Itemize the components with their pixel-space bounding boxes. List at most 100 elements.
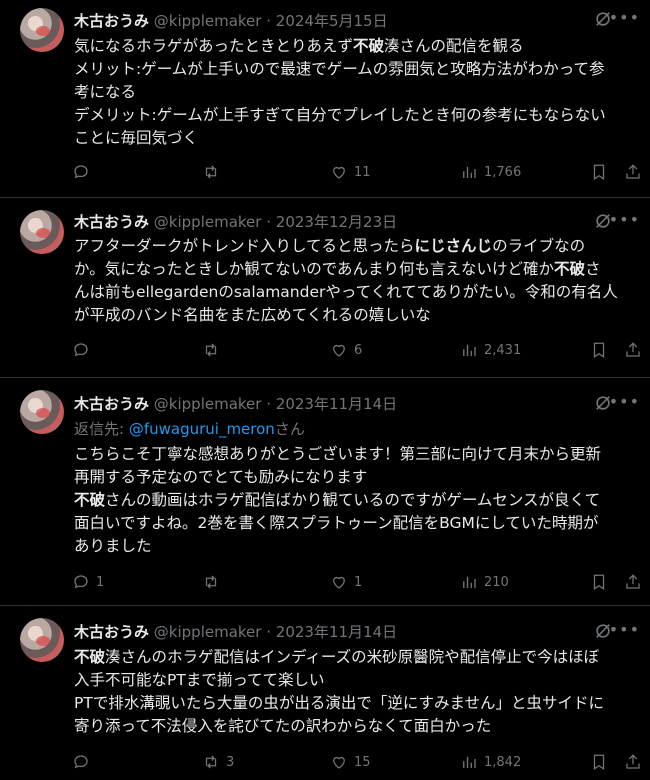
bookmark-button[interactable]: [590, 163, 608, 181]
avatar[interactable]: [20, 618, 64, 662]
reply-icon: [74, 575, 88, 589]
reply-icon: [74, 343, 88, 357]
display-name[interactable]: 木古おうみ: [74, 395, 149, 413]
share-icon: [626, 164, 640, 179]
text-line: PTで排水溝覗いたら大量の虫が出る演出で「逆にすみません」と虫サイドに: [74, 694, 605, 712]
tweet[interactable]: 木古おうみ @kipplemaker · 2023年12月23日 ••• アフタ…: [0, 198, 650, 378]
handle[interactable]: @kipplemaker: [154, 395, 262, 413]
share-button[interactable]: [624, 753, 642, 771]
avatar[interactable]: [20, 210, 64, 254]
tweet-header: 木古おうみ @kipplemaker · 2023年12月23日: [74, 211, 397, 232]
text-line: んは前もellegardenのsalamanderやってくれててありがたい。令和…: [74, 283, 618, 301]
timeline-feed: 木古おうみ @kipplemaker · 2024年5月15日 ••• 気になる…: [0, 0, 650, 780]
text-line: 面白いですよね。2巻を書く際スプラトゥーン配信をBGMにしていた時期が: [74, 514, 599, 532]
bookmark-icon: [593, 754, 605, 770]
text-line: ありました: [74, 537, 152, 555]
views-button[interactable]: 1,766: [460, 163, 521, 181]
reply-button[interactable]: [72, 753, 96, 771]
reply-mention-link[interactable]: @fuwagurui_meron: [129, 420, 275, 438]
bookmark-icon: [593, 164, 605, 180]
text-line: 入手不可能なPTまで揃ってて楽しい: [74, 671, 325, 689]
tweet-text: こちらこそ丁寧な感想ありがとうございます！第三部に向けて月末から更新 再開する予…: [74, 443, 640, 558]
tweet-header: 木古おうみ @kipplemaker · 2024年5月15日: [74, 10, 388, 31]
reply-icon: [74, 165, 88, 179]
views-button[interactable]: 1,842: [460, 753, 521, 771]
text-line: 再開する予定なのでとても励みになります: [74, 468, 368, 486]
share-icon: [626, 574, 640, 589]
action-bar: 3 15 1,842: [72, 753, 642, 773]
tweet-text: 気になるホラゲがあったときとりあえず不破湊さんの配信を観る メリット:ゲームが上…: [74, 35, 640, 150]
like-button[interactable]: 6: [330, 341, 362, 359]
share-icon: [626, 754, 640, 769]
reply-icon: [74, 755, 88, 769]
tweet-text: 不破湊さんのホラゲ配信はインディーズの米砂原醫院や配信停止で今はほぼ 入手不可能…: [74, 646, 640, 738]
handle[interactable]: @kipplemaker: [154, 12, 262, 30]
display-name[interactable]: 木古おうみ: [74, 213, 149, 231]
analytics-icon: [463, 166, 476, 178]
handle[interactable]: @kipplemaker: [154, 213, 262, 231]
reply-context: 返信先: @fuwagurui_meronさん: [74, 418, 305, 439]
tweet[interactable]: 木古おうみ @kipplemaker · 2023年11月14日 ••• 返信先…: [0, 378, 650, 606]
like-button[interactable]: 11: [330, 163, 371, 181]
more-options-icon[interactable]: •••: [609, 392, 640, 411]
retweet-button[interactable]: [202, 341, 226, 359]
timestamp[interactable]: · 2024年5月15日: [266, 12, 387, 30]
action-bar: 6 2,431: [72, 341, 642, 361]
more-options-icon[interactable]: •••: [609, 620, 640, 639]
tweet-header: 木古おうみ @kipplemaker · 2023年11月14日: [74, 393, 397, 414]
text-line: アフターダークがトレンド入りしてると思ったらにじさんじのライブなの: [74, 237, 586, 255]
share-button[interactable]: [624, 573, 642, 591]
timestamp[interactable]: · 2023年12月23日: [266, 213, 397, 231]
bookmark-button[interactable]: [590, 753, 608, 771]
text-line: こちらこそ丁寧な感想ありがとうございます！第三部に向けて月末から更新: [74, 445, 602, 463]
share-icon: [626, 342, 640, 357]
reply-button[interactable]: [72, 163, 96, 181]
handle[interactable]: @kipplemaker: [154, 623, 262, 641]
heart-icon: [333, 166, 345, 179]
heart-icon: [333, 344, 345, 357]
text-line: 考になる: [74, 83, 137, 101]
display-name[interactable]: 木古おうみ: [74, 623, 149, 641]
display-name[interactable]: 木古おうみ: [74, 12, 149, 30]
views-button[interactable]: 210: [460, 573, 509, 591]
text-line: メリット:ゲームが上手いので最速でゲームの雰囲気と攻略方法がわかって参: [74, 60, 605, 78]
bookmark-button[interactable]: [590, 573, 608, 591]
text-line: デメリット:ゲームが上手すぎて自分でプレイしたとき何の参考にもならない: [74, 106, 606, 124]
reply-suffix: さん: [274, 420, 305, 438]
text-line: が平成のバンド名曲をまた広めてくれるの嬉しいな: [74, 306, 431, 324]
reply-prefix: 返信先:: [74, 420, 129, 438]
retweet-icon: [205, 755, 217, 769]
retweet-button[interactable]: 3: [202, 753, 234, 771]
action-bar: 1 1 210: [72, 573, 642, 593]
bookmark-icon: [593, 342, 605, 358]
views-button[interactable]: 2,431: [460, 341, 521, 359]
reply-button[interactable]: [72, 341, 96, 359]
like-button[interactable]: 1: [330, 573, 362, 591]
timestamp[interactable]: · 2023年11月14日: [266, 395, 397, 413]
text-line: 寄り添って不法侵入を詫びてたの訳わからなくて面白かった: [74, 717, 492, 735]
text-line: 不破さんの動画はホラゲ配信ばかり観ているのですがゲームセンスが良くて: [74, 491, 601, 509]
share-button[interactable]: [624, 341, 642, 359]
like-button[interactable]: 15: [330, 753, 371, 771]
tweet-header: 木古おうみ @kipplemaker · 2023年11月14日: [74, 621, 397, 642]
tweet-text: アフターダークがトレンド入りしてると思ったらにじさんじのライブなの か。気になっ…: [74, 235, 640, 327]
reply-button[interactable]: 1: [72, 573, 104, 591]
analytics-icon: [463, 756, 476, 768]
more-options-icon[interactable]: •••: [609, 210, 640, 229]
action-bar: 11 1,766: [72, 163, 642, 183]
retweet-button[interactable]: [202, 163, 226, 181]
analytics-icon: [463, 344, 476, 356]
retweet-button[interactable]: [202, 573, 226, 591]
share-button[interactable]: [624, 163, 642, 181]
tweet[interactable]: 木古おうみ @kipplemaker · 2023年11月14日 ••• 不破湊…: [0, 606, 650, 780]
heart-icon: [333, 576, 345, 589]
bookmark-button[interactable]: [590, 341, 608, 359]
analytics-icon: [463, 576, 476, 588]
more-options-icon[interactable]: •••: [609, 8, 640, 27]
text-line: ことに毎回気づく: [74, 129, 199, 147]
text-line: 気になるホラゲがあったときとりあえず不破湊さんの配信を観る: [74, 37, 524, 55]
avatar[interactable]: [20, 8, 64, 52]
timestamp[interactable]: · 2023年11月14日: [266, 623, 397, 641]
avatar[interactable]: [20, 390, 64, 434]
tweet[interactable]: 木古おうみ @kipplemaker · 2024年5月15日 ••• 気になる…: [0, 0, 650, 198]
